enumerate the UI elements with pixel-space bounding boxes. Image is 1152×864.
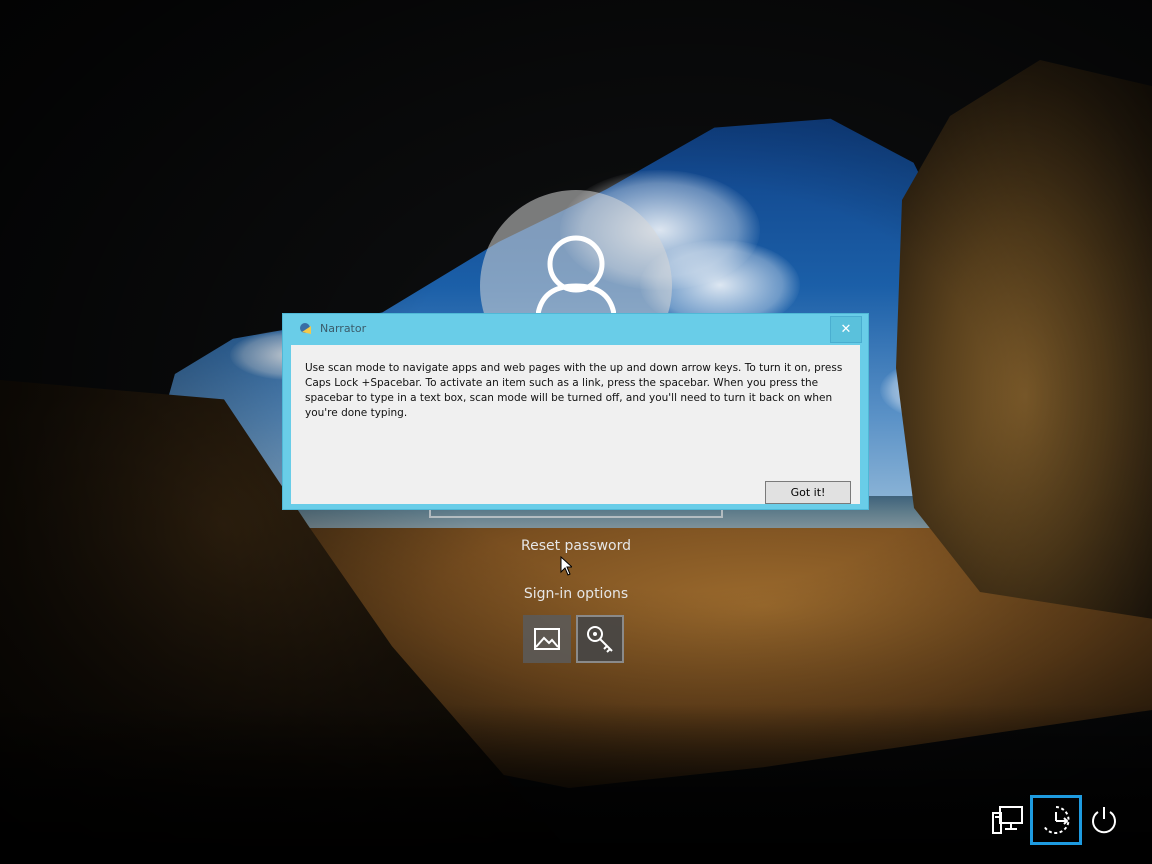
got-it-button[interactable]: Got it!: [765, 481, 851, 504]
close-icon: ✕: [840, 322, 852, 337]
dialog-message: Use scan mode to navigate apps and web p…: [305, 362, 843, 419]
reset-password-link[interactable]: Reset password: [0, 538, 1152, 554]
ease-of-access-icon: [1043, 806, 1070, 834]
network-button[interactable]: [982, 795, 1034, 845]
network-icon: [992, 806, 1023, 834]
dialog-body: Use scan mode to navigate apps and web p…: [291, 345, 860, 504]
power-button[interactable]: [1078, 795, 1130, 845]
close-button[interactable]: ✕: [830, 316, 862, 343]
narrator-app-icon: [299, 321, 313, 335]
narrator-dialog: Narrator ✕ Use scan mode to navigate app…: [282, 313, 869, 510]
ease-of-access-button[interactable]: [1030, 795, 1082, 845]
mouse-cursor-icon: [560, 556, 572, 576]
picture-password-option[interactable]: [523, 615, 571, 663]
password-option[interactable]: [576, 615, 624, 663]
picture-password-icon: [534, 628, 560, 650]
dialog-title: Narrator: [320, 322, 367, 335]
bottom-shadow: [0, 704, 1152, 864]
signin-options-label: Sign-in options: [523, 586, 629, 602]
power-icon: [1092, 807, 1116, 834]
dialog-titlebar[interactable]: Narrator ✕: [283, 314, 868, 344]
key-icon: [587, 626, 613, 653]
user-icon: [536, 235, 616, 314]
